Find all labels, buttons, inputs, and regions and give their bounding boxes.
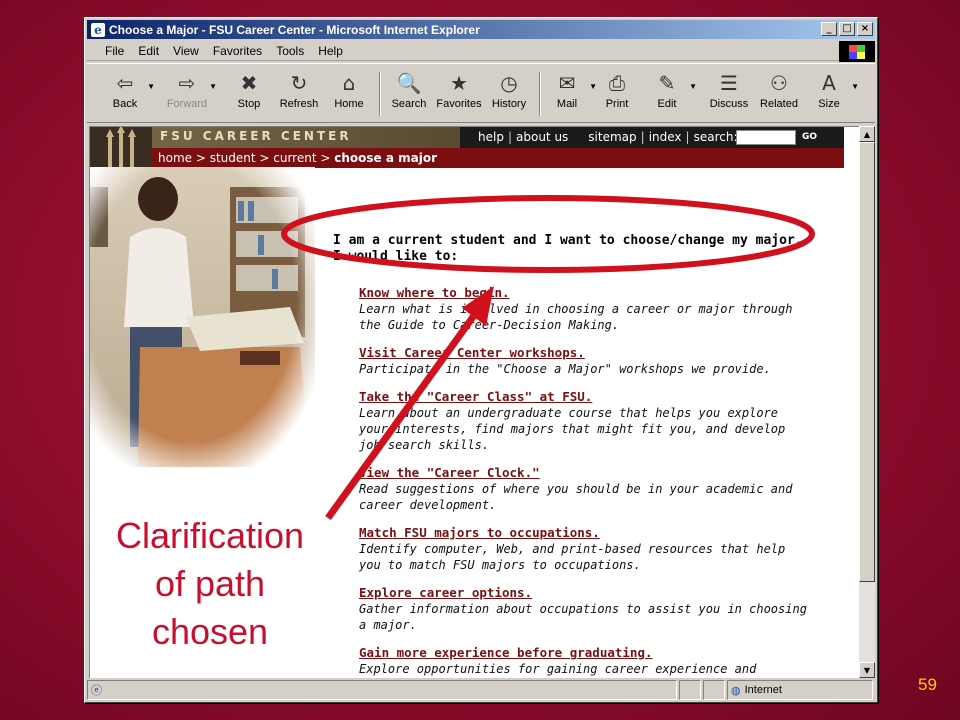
security-zone: ◍ Internet <box>727 680 873 700</box>
student-photo <box>90 167 315 467</box>
nav-help-link[interactable]: help <box>478 130 504 144</box>
windows-logo-icon <box>839 41 875 62</box>
forward-button[interactable]: ⇨ Forward ▼ <box>163 68 217 118</box>
discuss-icon: ☰ <box>720 71 738 95</box>
stop-button[interactable]: ✖ Stop <box>225 68 273 118</box>
edit-icon: ✎ <box>658 71 676 95</box>
menu-tools[interactable]: Tools <box>276 44 304 58</box>
status-bar: ⓔ ◍ Internet <box>87 680 875 700</box>
callout-text: Clarification of path chosen <box>115 515 305 652</box>
menu-favorites[interactable]: Favorites <box>213 44 262 58</box>
history-icon: ◷ <box>500 71 518 95</box>
site-search-input[interactable] <box>736 130 796 145</box>
nav-index-link[interactable]: index <box>649 130 682 144</box>
option-link-workshops[interactable]: Visit Career Center workshops. <box>359 345 809 361</box>
search-icon: 🔍 <box>396 71 422 95</box>
discuss-button[interactable]: ☰ Discuss <box>705 68 753 118</box>
home-icon: ⌂ <box>342 71 356 95</box>
nav-sitemap-link[interactable]: sitemap <box>588 130 636 144</box>
list-item: Visit Career Center workshops. Participat… <box>359 345 809 377</box>
size-icon: A <box>822 71 836 95</box>
search-button[interactable]: 🔍 Search <box>385 68 433 118</box>
page-done-icon: ⓔ <box>91 684 102 697</box>
related-button[interactable]: ⚇ Related <box>755 68 803 118</box>
scroll-up-icon[interactable]: ▲ <box>859 126 875 142</box>
breadcrumb-current: choose a major <box>334 151 437 165</box>
favorites-icon: ★ <box>450 71 468 95</box>
refresh-button[interactable]: ↻ Refresh <box>275 68 323 118</box>
nav-about-link[interactable]: about us <box>516 130 568 144</box>
print-button[interactable]: ⎙ Print <box>593 68 641 118</box>
list-item: Gain more experience before graduating. E… <box>359 645 809 678</box>
stop-icon: ✖ <box>240 71 258 95</box>
site-nav: help | about us sitemap | index | search… <box>478 130 738 144</box>
option-link-match-majors[interactable]: Match FSU majors to occupations. <box>359 525 809 541</box>
torches-logo-icon <box>90 127 152 172</box>
related-icon: ⚇ <box>770 71 788 95</box>
minimize-button[interactable]: _ <box>821 22 837 36</box>
vertical-scrollbar[interactable]: ▲ ▼ <box>859 126 875 678</box>
list-item: View the "Career Clock." Read suggestions… <box>359 465 809 513</box>
page-heading: I am a current student and I want to cho… <box>333 233 803 264</box>
menu-help[interactable]: Help <box>318 44 343 58</box>
site-brand: FSU CAREER CENTER <box>160 129 352 143</box>
menu-view[interactable]: View <box>173 44 199 58</box>
globe-icon: ◍ <box>731 683 741 697</box>
history-button[interactable]: ◷ History <box>485 68 533 118</box>
option-link-gain-experience[interactable]: Gain more experience before graduating. <box>359 645 809 661</box>
menu-edit[interactable]: Edit <box>138 44 159 58</box>
menu-bar: File Edit View Favorites Tools Help <box>87 41 875 61</box>
option-link-know-where-to-begin[interactable]: Know where to begin. <box>359 285 809 301</box>
list-item: Know where to begin. Learn what is involv… <box>359 285 809 333</box>
breadcrumb: home > student > current > choose a majo… <box>90 148 844 168</box>
list-item: Explore career options. Gather informatio… <box>359 585 809 633</box>
window-title: Choose a Major - FSU Career Center - Mic… <box>109 22 480 37</box>
favorites-button[interactable]: ★ Favorites <box>435 68 483 118</box>
slide-number: 59 <box>918 675 937 694</box>
option-link-career-clock[interactable]: View the "Career Clock." <box>359 465 809 481</box>
go-button[interactable]: GO <box>802 132 817 142</box>
menu-file[interactable]: File <box>105 44 124 58</box>
edit-button[interactable]: ✎ Edit ▼ <box>643 68 697 118</box>
home-button[interactable]: ⌂ Home <box>325 68 373 118</box>
close-button[interactable]: × <box>857 22 873 36</box>
option-link-explore-options[interactable]: Explore career options. <box>359 585 809 601</box>
option-link-career-class[interactable]: Take the "Career Class" at FSU. <box>359 389 809 405</box>
list-item: Take the "Career Class" at FSU. Learn abo… <box>359 389 809 453</box>
mail-button[interactable]: ✉ Mail ▼ <box>543 68 597 118</box>
list-item: Match FSU majors to occupations. Identify… <box>359 525 809 573</box>
mail-icon: ✉ <box>558 71 576 95</box>
breadcrumb-trail[interactable]: home > student > current > <box>158 151 334 165</box>
scroll-down-icon[interactable]: ▼ <box>859 662 875 678</box>
maximize-button[interactable]: □ <box>839 22 855 36</box>
status-text-pane: ⓔ <box>87 680 677 700</box>
size-button[interactable]: A Size ▼ <box>805 68 859 118</box>
back-arrow-icon: ⇦ <box>116 71 134 95</box>
toolbar: ⇦ Back ▼ ⇨ Forward ▼ ✖ Stop ↻ Refresh ⌂ Home 🔍 S… <box>87 63 875 123</box>
title-bar: e Choose a Major - FSU Career Center - M… <box>87 20 875 39</box>
print-icon: ⎙ <box>609 71 625 95</box>
site-header: FSU CAREER CENTER help | about us sitema… <box>90 127 844 148</box>
scroll-thumb[interactable] <box>859 142 875 582</box>
option-list: Know where to begin. Learn what is involv… <box>359 285 809 678</box>
forward-arrow-icon: ⇨ <box>178 71 196 95</box>
nav-search-label: search: <box>693 130 738 144</box>
refresh-icon: ↻ <box>290 71 308 95</box>
back-button[interactable]: ⇦ Back ▼ <box>101 68 155 118</box>
ie-logo-icon: e <box>91 22 105 37</box>
